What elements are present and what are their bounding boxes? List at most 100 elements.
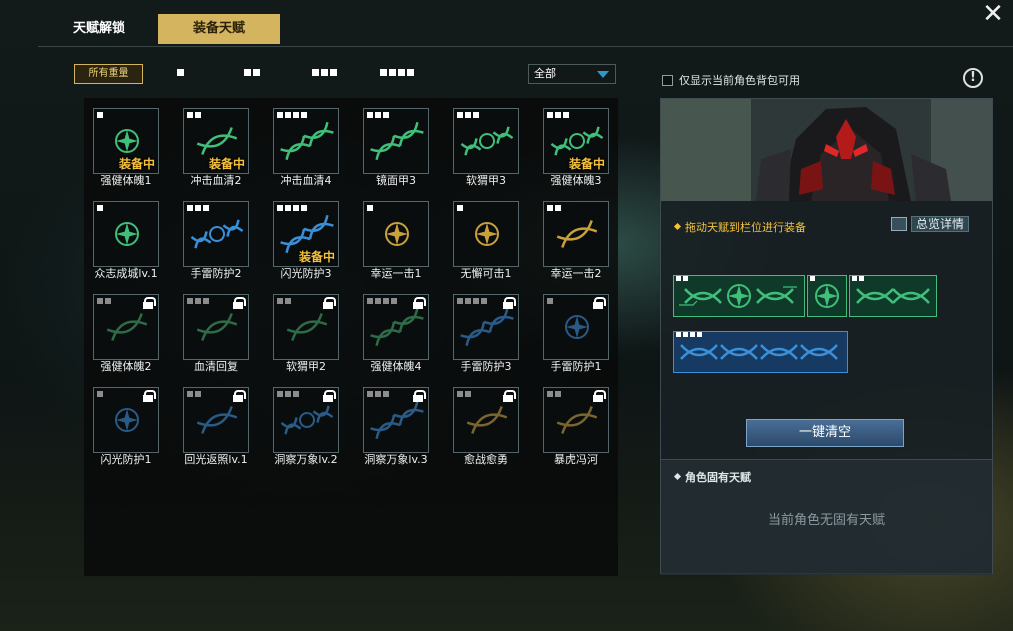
talent-card[interactable]: 强健体魄2 — [93, 294, 159, 373]
weight-pips — [97, 112, 103, 118]
talent-card[interactable]: 幸运一击2 — [543, 201, 609, 280]
talent-slot[interactable] — [273, 108, 339, 174]
tab-equip-talent[interactable]: 装备天赋 — [158, 14, 280, 44]
talent-name: 冲击血清4 — [280, 174, 332, 187]
talent-slot[interactable]: 装备中 — [183, 108, 249, 174]
emblem-icon — [807, 275, 847, 317]
weight-pips — [187, 205, 209, 211]
dna-long-icon — [280, 122, 334, 160]
dna-long-icon — [370, 122, 424, 160]
talent-card[interactable]: 手雷防护1 — [543, 294, 609, 373]
talent-card[interactable]: 软猬甲2 — [273, 294, 339, 373]
talent-card[interactable]: 装备中 冲击血清2 — [183, 108, 249, 187]
checkbox-box[interactable] — [662, 74, 673, 86]
weight-pips — [547, 112, 569, 118]
talent-slot[interactable] — [273, 294, 339, 360]
talent-slot[interactable] — [543, 294, 609, 360]
talent-card[interactable]: 冲击血清4 — [273, 108, 339, 187]
lock-icon — [412, 390, 426, 402]
category-dropdown[interactable]: 全部 — [528, 64, 616, 84]
lock-icon — [592, 390, 606, 402]
talent-slot[interactable] — [93, 294, 159, 360]
weight-pips — [97, 205, 103, 211]
info-icon[interactable]: ! — [963, 68, 983, 88]
talent-name: 镜面甲3 — [376, 174, 416, 187]
talent-slot[interactable] — [273, 387, 339, 453]
overview-button[interactable]: 总览详情 — [891, 215, 970, 233]
talent-slot[interactable] — [183, 294, 249, 360]
drag-hint-text: 拖动天赋到栏位进行装备 — [685, 221, 806, 234]
weight-pips — [676, 276, 688, 281]
dna-icon — [556, 220, 598, 248]
talent-slot[interactable] — [453, 201, 519, 267]
equipped-slot-2[interactable] — [807, 275, 847, 317]
talent-slot[interactable] — [453, 387, 519, 453]
clear-all-button[interactable]: 一键清空 — [746, 419, 904, 447]
talent-slot[interactable] — [543, 387, 609, 453]
tab-talent-unlock[interactable]: 天赋解锁 — [38, 14, 160, 44]
talent-slot[interactable]: 装备中 — [93, 108, 159, 174]
talent-slot[interactable] — [93, 387, 159, 453]
talent-name: 闪光防护1 — [100, 453, 152, 466]
lock-icon — [142, 297, 156, 309]
talent-card[interactable]: 暴虎冯河 — [543, 387, 609, 466]
talent-card[interactable]: 无懈可击1 — [453, 201, 519, 280]
talent-slot[interactable] — [183, 387, 249, 453]
backpack-filter-checkbox[interactable]: 仅显示当前角色背包可用 — [662, 72, 800, 88]
weight-pips — [187, 391, 201, 397]
talent-card[interactable]: 洞察万象lv.3 — [363, 387, 429, 466]
talent-card[interactable]: 强健体魄4 — [363, 294, 429, 373]
close-icon[interactable]: ✕ — [981, 1, 1005, 27]
weight-pips — [547, 391, 561, 397]
weight-pips — [547, 298, 553, 304]
talent-slot[interactable] — [93, 201, 159, 267]
talent-slot[interactable] — [363, 108, 429, 174]
talent-card[interactable]: 装备中 闪光防护3 — [273, 201, 339, 280]
talent-card[interactable]: 众志成城lv.1 — [93, 201, 159, 280]
tab-bar: 天赋解锁 装备天赋 — [38, 14, 280, 46]
filter-weight-3-button[interactable] — [312, 69, 337, 79]
talent-card[interactable]: 装备中 强健体魄1 — [93, 108, 159, 187]
talent-slot[interactable] — [363, 387, 429, 453]
equipped-slot-1[interactable] — [673, 275, 805, 317]
talent-slot[interactable]: 装备中 — [273, 201, 339, 267]
weight-pips — [457, 205, 463, 211]
talent-card[interactable]: 闪光防护1 — [93, 387, 159, 466]
talent-card[interactable]: 装备中 强健体魄3 — [543, 108, 609, 187]
weight-pips — [457, 112, 479, 118]
weight-pips — [277, 112, 307, 118]
talent-card[interactable]: 愈战愈勇 — [453, 387, 519, 466]
dna-icon — [556, 406, 598, 434]
equipped-slot-3[interactable] — [849, 275, 937, 317]
talent-slot[interactable] — [363, 294, 429, 360]
filter-weight-4-button[interactable] — [380, 69, 414, 79]
talent-name: 手雷防护2 — [190, 267, 242, 280]
weight-pips — [97, 298, 111, 304]
talent-name: 回光返照lv.1 — [184, 453, 248, 466]
talent-card[interactable]: 回光返照lv.1 — [183, 387, 249, 466]
talent-slot[interactable]: 装备中 — [543, 108, 609, 174]
filter-all-weights-button[interactable]: 所有重量 — [74, 64, 143, 84]
dna-emblem-icon — [280, 405, 334, 435]
weight-pips — [367, 391, 389, 397]
talent-card[interactable]: 洞察万象lv.2 — [273, 387, 339, 466]
dna-icon — [849, 275, 937, 317]
talent-slot[interactable] — [543, 201, 609, 267]
filter-weight-2-button[interactable] — [244, 69, 260, 79]
talent-slot[interactable] — [183, 201, 249, 267]
talent-name: 强健体魄2 — [100, 360, 152, 373]
talent-name: 血清回复 — [194, 360, 238, 373]
talent-card[interactable]: 血清回复 — [183, 294, 249, 373]
talent-card[interactable]: 手雷防护2 — [183, 201, 249, 280]
equipped-slot-4[interactable] — [673, 331, 848, 373]
innate-empty-message: 当前角色无固有天赋 — [767, 513, 885, 528]
talent-slot[interactable] — [453, 294, 519, 360]
filter-weight-1-button[interactable] — [177, 69, 184, 79]
talent-card[interactable]: 软猬甲3 — [453, 108, 519, 187]
talent-card[interactable]: 镜面甲3 — [363, 108, 429, 187]
talent-card[interactable]: 手雷防护3 — [453, 294, 519, 373]
talent-card[interactable]: 幸运一击1 — [363, 201, 429, 280]
talent-slot[interactable] — [363, 201, 429, 267]
talent-slot[interactable] — [453, 108, 519, 174]
talent-name: 手雷防护3 — [460, 360, 512, 373]
